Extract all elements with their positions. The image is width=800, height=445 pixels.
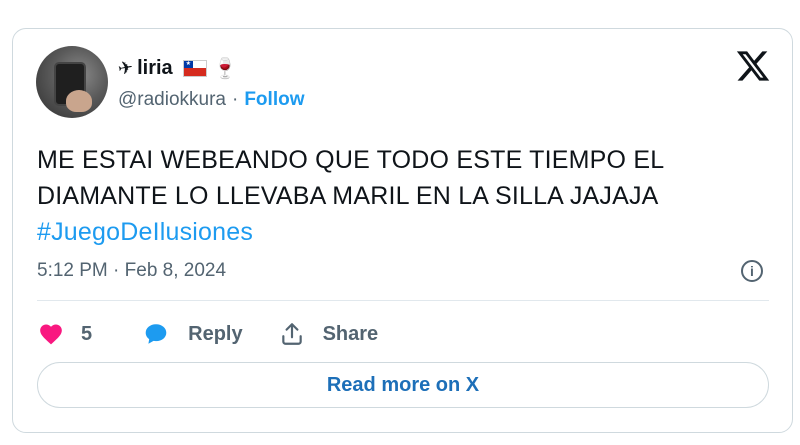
share-button[interactable]: Share — [279, 321, 379, 347]
tweet-timestamp[interactable]: 5:12 PM · Feb 8, 2024 — [37, 260, 226, 282]
tweet-text: ME ESTAI WEBEANDO QUE TODO ESTE TIEMPO E… — [37, 142, 757, 250]
reply-bubble-icon — [145, 324, 167, 344]
action-bar: 5 Reply Share — [37, 318, 378, 350]
airplane-icon: ✈ — [116, 56, 135, 79]
follow-button[interactable]: Follow — [244, 89, 304, 111]
avatar-hand-graphic — [66, 90, 92, 112]
reply-button[interactable]: Reply — [142, 321, 243, 347]
info-icon[interactable]: i — [741, 260, 763, 282]
tweet-text-line: DIAMANTE LO LLEVABA MARIL EN LA SILLA JA… — [37, 182, 659, 210]
author-handle[interactable]: @radiokkura — [118, 89, 226, 111]
read-more-button[interactable]: Read more on X — [37, 362, 769, 408]
author-name-row[interactable]: ✈ liria ★ 🍷 — [116, 55, 238, 81]
like-count: 5 — [81, 322, 93, 345]
like-button[interactable]: 5 — [37, 321, 92, 347]
avatar[interactable] — [36, 46, 108, 118]
reply-label: Reply — [188, 322, 243, 345]
author-display-name[interactable]: liria — [137, 57, 173, 80]
hashtag-link[interactable]: #JuegoDeIlusiones — [37, 214, 757, 250]
x-logo-icon[interactable] — [735, 48, 771, 84]
wine-glass-icon: 🍷 — [212, 57, 238, 80]
author-handle-row: @radiokkura · Follow — [118, 89, 304, 111]
share-icon — [281, 323, 302, 345]
chile-flag-icon: ★ — [182, 59, 207, 77]
handle-separator: · — [232, 89, 239, 110]
tweet-text-line: ME ESTAI WEBEANDO QUE TODO ESTE TIEMPO E… — [37, 146, 665, 174]
heart-icon — [40, 324, 62, 345]
divider — [37, 300, 769, 301]
share-label: Share — [322, 322, 379, 345]
